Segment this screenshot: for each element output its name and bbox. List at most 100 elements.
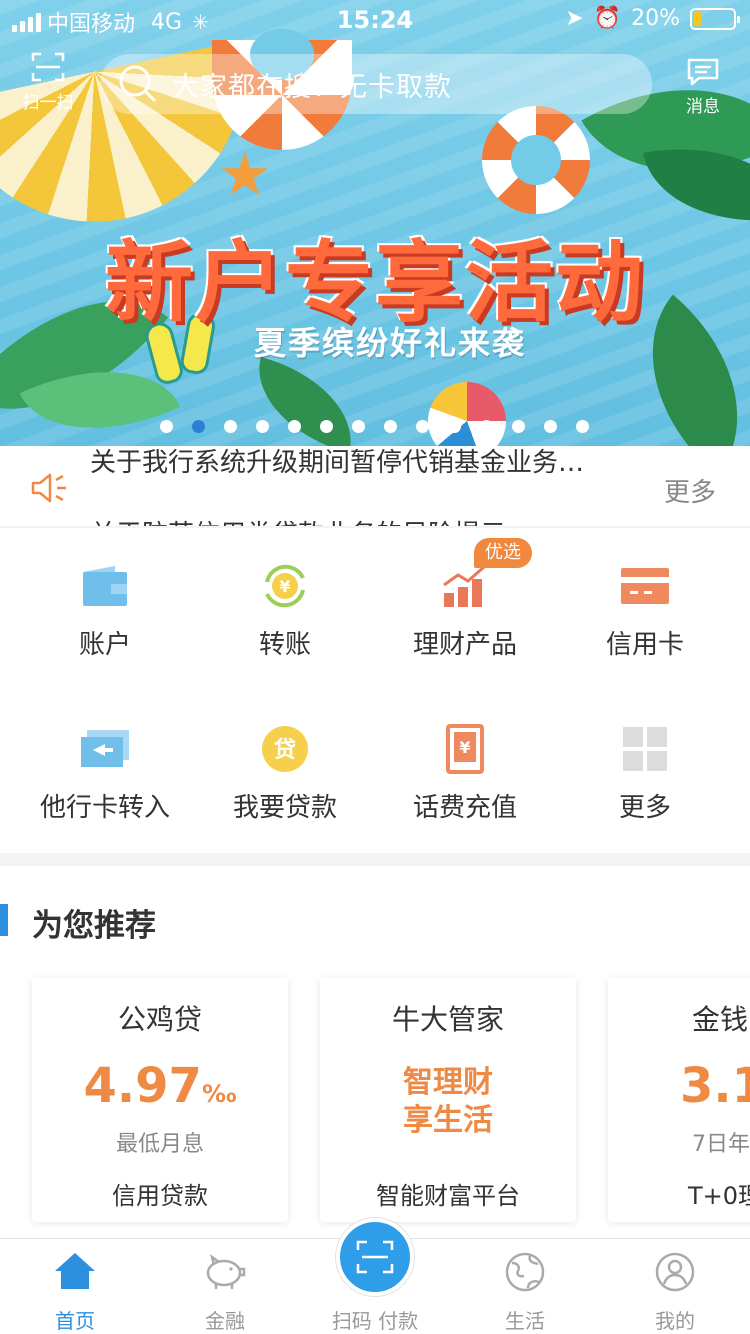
function-grid: 账户 ¥ 转账 理财产品 信用卡 他行卡转入 贷 我要贷款 ¥ 话费充值 更多 xyxy=(0,528,750,853)
battery-percent: 20% xyxy=(631,6,680,31)
home-icon xyxy=(55,1253,95,1289)
menu-item-transfer[interactable]: ¥ 转账 xyxy=(195,528,375,678)
grid-icon xyxy=(623,727,667,771)
card-in-icon xyxy=(81,730,129,767)
menu-item-more[interactable]: 更多 xyxy=(555,691,735,841)
tab-home[interactable]: 首页 xyxy=(0,1239,150,1334)
carousel-dot[interactable] xyxy=(480,420,493,433)
menu-item-card-in[interactable]: 他行卡转入 xyxy=(15,691,195,841)
message-button[interactable]: 消息 xyxy=(678,56,728,117)
tab-finance[interactable]: 金融 xyxy=(150,1239,300,1334)
tab-label: 生活 xyxy=(505,1309,545,1333)
beach-ball-graphic xyxy=(428,382,506,446)
scan-pay-button[interactable] xyxy=(336,1218,414,1296)
carousel-indicator[interactable] xyxy=(160,420,589,433)
card-rate: 4.97‰ xyxy=(83,1058,237,1114)
carousel-dot[interactable] xyxy=(288,420,301,433)
tab-life[interactable]: 生活 xyxy=(450,1239,600,1334)
location-icon: ➤ xyxy=(565,6,584,31)
user-icon xyxy=(655,1252,695,1292)
credit-card-icon xyxy=(621,568,669,604)
menu-item-loan[interactable]: 贷 我要贷款 xyxy=(195,691,375,841)
notice-more-link[interactable]: 更多 xyxy=(664,472,716,509)
menu-item-label: 更多 xyxy=(618,793,671,823)
card-title: 金钱 xyxy=(692,1003,749,1036)
menu-item-label: 信用卡 xyxy=(605,630,684,660)
tab-label: 扫码 付款 xyxy=(331,1309,419,1333)
product-card[interactable]: 金钱 3.15 7日年 T+0理 xyxy=(608,978,750,1222)
card-slogan: 智理财 享生活 xyxy=(403,1065,493,1138)
card-footer: 信用贷款 xyxy=(112,1182,208,1210)
transfer-icon: ¥ xyxy=(265,564,305,608)
card-title: 牛大管家 xyxy=(391,1003,504,1036)
scan-icon xyxy=(356,1240,394,1274)
carousel-dot[interactable] xyxy=(320,420,333,433)
notice-text[interactable]: 关于防范信用类贷款业务的风险提示 xyxy=(90,514,506,526)
menu-item-label: 转账 xyxy=(258,630,311,660)
notice-text[interactable]: 关于我行系统升级期间暂停代销基金业务… xyxy=(90,446,584,479)
wallet-icon xyxy=(83,566,127,606)
product-card[interactable]: 牛大管家 智理财 享生活 智能财富平台 xyxy=(320,978,576,1222)
search-icon xyxy=(119,65,157,103)
notice-bar[interactable]: 关于我行系统升级期间暂停代销基金业务… 关于防范信用类贷款业务的风险提示 更多 xyxy=(0,446,750,526)
carousel-dot[interactable] xyxy=(544,420,557,433)
phone-recharge-icon: ¥ xyxy=(446,724,484,774)
svg-text:¥: ¥ xyxy=(459,738,470,757)
card-title: 公鸡贷 xyxy=(117,1003,202,1036)
tab-label: 金融 xyxy=(205,1309,245,1333)
carousel-dot[interactable] xyxy=(352,420,365,433)
card-desc: 7日年 xyxy=(692,1132,750,1157)
scan-icon xyxy=(31,52,65,82)
tab-mine[interactable]: 我的 xyxy=(600,1239,750,1334)
menu-item-credit-card[interactable]: 信用卡 xyxy=(555,528,735,678)
recommend-section: 为您推荐 公鸡贷 4.97‰ 最低月息 信用贷款 牛大管家 智理财 享生活 智能… xyxy=(0,866,750,1238)
battery-icon xyxy=(690,7,740,30)
scan-button[interactable]: 扫一扫 xyxy=(20,52,76,113)
menu-item-label: 账户 xyxy=(78,630,131,660)
chat-bubble-icon xyxy=(687,58,719,86)
svg-text:贷: 贷 xyxy=(274,737,296,763)
card-footer: T+0理 xyxy=(688,1182,750,1210)
carousel-dot[interactable] xyxy=(224,420,237,433)
tab-label: 我的 xyxy=(655,1309,695,1333)
card-rate: 3.15 xyxy=(680,1058,750,1114)
promo-banner[interactable]: ★ 新户专享活动 夏季缤纷好礼来袭 中国移动 4G ✳ 15:24 ➤ ⏰ 20… xyxy=(0,0,750,446)
alarm-icon: ⏰ xyxy=(593,6,622,31)
piggy-bank-icon xyxy=(206,1254,246,1289)
life-ring-graphic xyxy=(482,106,590,214)
card-desc: 最低月息 xyxy=(115,1132,204,1157)
carousel-dot[interactable] xyxy=(160,420,173,433)
menu-item-account[interactable]: 账户 xyxy=(15,528,195,678)
status-bar: 中国移动 4G ✳ 15:24 ➤ ⏰ 20% xyxy=(0,0,750,40)
product-card[interactable]: 公鸡贷 4.97‰ 最低月息 信用贷款 xyxy=(32,978,288,1222)
speaker-icon xyxy=(31,473,66,503)
loan-icon: 贷 xyxy=(262,726,308,772)
menu-item-label: 我要贷款 xyxy=(232,793,337,823)
svg-text:¥: ¥ xyxy=(279,577,290,596)
carousel-dot[interactable] xyxy=(416,420,429,433)
carousel-dot[interactable] xyxy=(384,420,397,433)
section-accent-bar xyxy=(0,904,8,936)
scan-label: 扫一扫 xyxy=(22,93,74,113)
menu-item-label: 他行卡转入 xyxy=(39,793,170,823)
carousel-dot[interactable] xyxy=(512,420,525,433)
search-bar[interactable]: 大家都在搜：无卡取款 xyxy=(100,54,652,114)
carousel-dot[interactable] xyxy=(576,420,589,433)
home-screen: ★ 新户专享活动 夏季缤纷好礼来袭 中国移动 4G ✳ 15:24 ➤ ⏰ 20… xyxy=(0,0,750,1334)
recommended-badge: 优选 xyxy=(474,538,532,568)
carousel-dot[interactable] xyxy=(448,420,461,433)
globe-icon xyxy=(505,1252,545,1292)
card-footer: 智能财富平台 xyxy=(376,1182,520,1210)
menu-item-label: 话费充值 xyxy=(412,793,517,823)
chart-icon xyxy=(443,565,485,607)
section-title: 为您推荐 xyxy=(32,908,156,944)
carousel-dot[interactable] xyxy=(256,420,269,433)
banner-subtitle: 夏季缤纷好礼来袭 xyxy=(253,324,526,362)
message-label: 消息 xyxy=(686,97,720,117)
menu-item-recharge[interactable]: ¥ 话费充值 xyxy=(375,691,555,841)
search-placeholder: 大家都在搜：无卡取款 xyxy=(172,71,452,103)
carousel-dot-active[interactable] xyxy=(192,420,205,433)
starfish-icon: ★ xyxy=(218,140,272,210)
menu-item-label: 理财产品 xyxy=(412,630,517,660)
tab-label: 首页 xyxy=(55,1309,95,1333)
